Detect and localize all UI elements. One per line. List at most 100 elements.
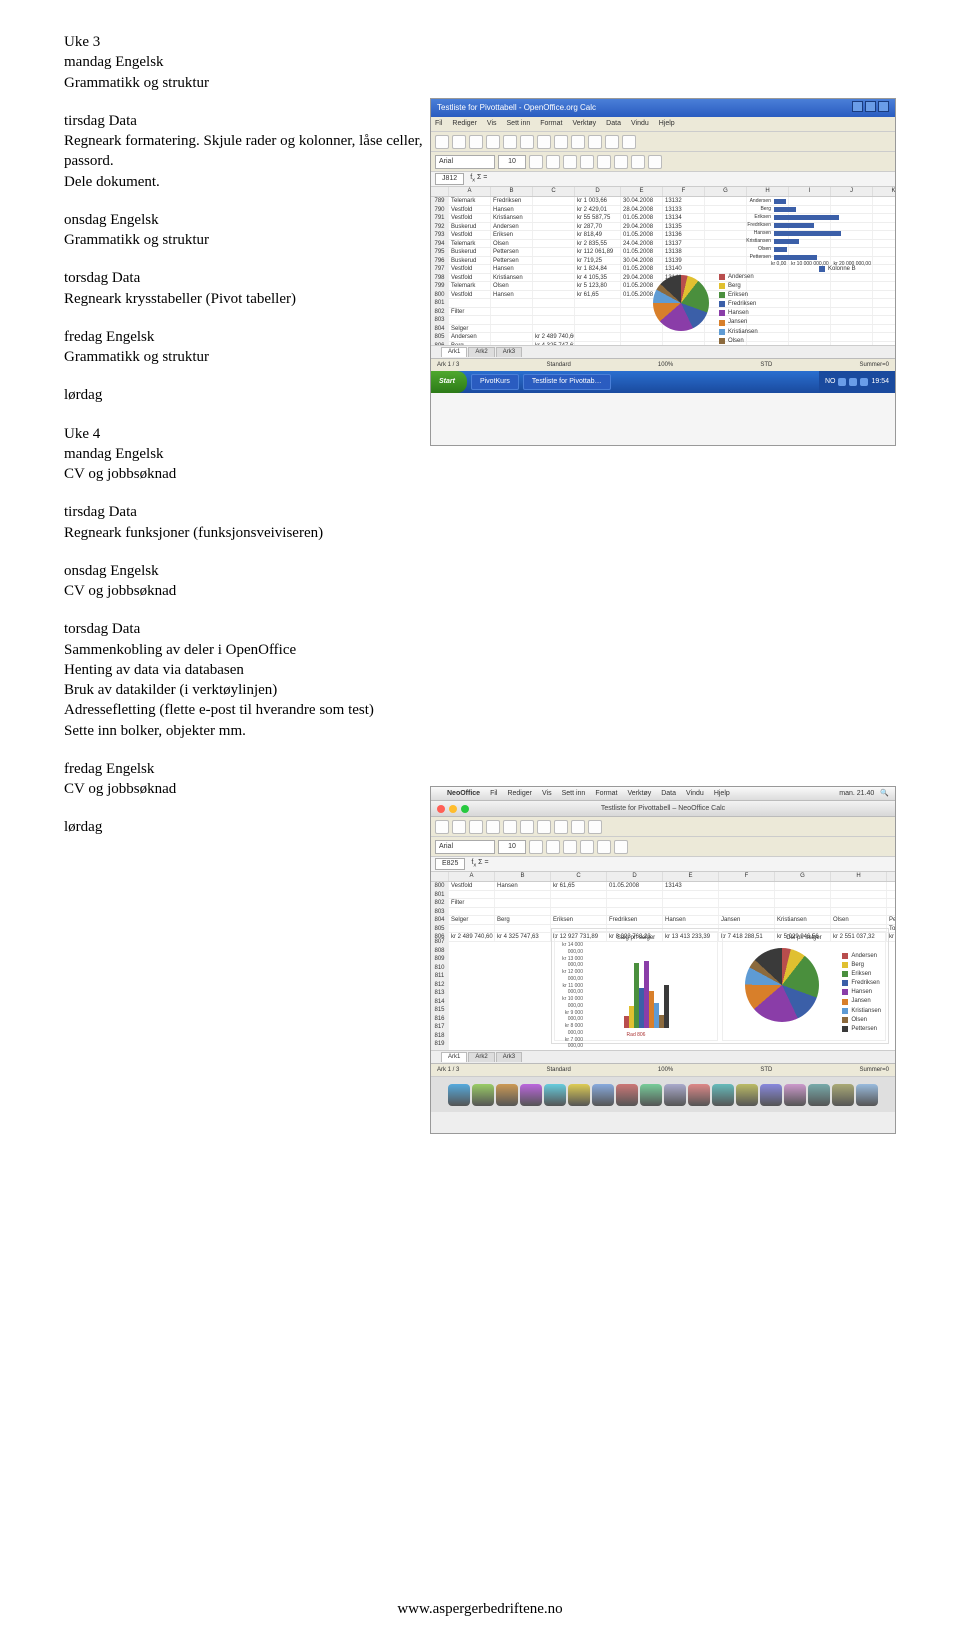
menu-item[interactable]: Verktøy [572, 119, 596, 128]
dock-app-icon[interactable] [664, 1084, 686, 1106]
redo-icon[interactable] [571, 820, 585, 834]
dock-app-icon[interactable] [592, 1084, 614, 1106]
windows-taskbar[interactable]: Start PivotKurs Testliste for Pivottab… … [431, 371, 895, 393]
chart-icon[interactable] [605, 135, 619, 149]
table-row[interactable]: 800VestfoldHansenkr 61,6501.05.200813143 [431, 882, 895, 891]
table-row[interactable]: 806Bergkr 4 325 747,63 [431, 342, 895, 346]
dock-app-icon[interactable] [616, 1084, 638, 1106]
tray-icon[interactable] [838, 378, 846, 386]
menu-item[interactable]: Fil [490, 789, 497, 798]
dock-app-icon[interactable] [784, 1084, 806, 1106]
dock-app-icon[interactable] [472, 1084, 494, 1106]
minimize-icon[interactable] [852, 101, 863, 112]
cut-icon[interactable] [503, 135, 517, 149]
font-size-select[interactable]: 10 [498, 155, 526, 169]
menu-item[interactable]: Data [606, 119, 621, 128]
italic-icon[interactable] [546, 840, 560, 854]
dock-app-icon[interactable] [832, 1084, 854, 1106]
sheet-tab[interactable]: Ark3 [496, 1052, 522, 1061]
spotlight-icon[interactable]: 🔍 [880, 789, 889, 798]
maximize-icon[interactable] [865, 101, 876, 112]
mac-dock[interactable] [431, 1076, 895, 1112]
window-buttons[interactable] [850, 101, 889, 116]
formatting-toolbar[interactable]: Arial 10 [431, 837, 895, 857]
align-center-icon[interactable] [597, 155, 611, 169]
table-row[interactable]: 802Filter [431, 899, 895, 908]
new-icon[interactable] [435, 135, 449, 149]
open-icon[interactable] [452, 135, 466, 149]
dock-app-icon[interactable] [568, 1084, 590, 1106]
spreadsheet-grid[interactable]: ABCDEFGHI 800VestfoldHansenkr 61,6501.05… [431, 872, 895, 1050]
sheet-tab[interactable]: Ark3 [496, 347, 522, 356]
currency-icon[interactable] [631, 155, 645, 169]
dock-app-icon[interactable] [496, 1084, 518, 1106]
dock-app-icon[interactable] [760, 1084, 782, 1106]
align-right-icon[interactable] [614, 840, 628, 854]
print-icon[interactable] [486, 135, 500, 149]
spreadsheet-grid[interactable]: ABCDEFGHIJK 789TelemarkFredriksenkr 1 00… [431, 187, 895, 345]
align-left-icon[interactable] [580, 840, 594, 854]
dock-app-icon[interactable] [808, 1084, 830, 1106]
language-indicator[interactable]: NO [825, 377, 836, 386]
new-icon[interactable] [435, 820, 449, 834]
dock-app-icon[interactable] [448, 1084, 470, 1106]
zoom-icon[interactable] [461, 805, 469, 813]
start-button[interactable]: Start [431, 371, 467, 393]
menu-item[interactable]: Vindu [631, 119, 649, 128]
font-name-select[interactable]: Arial [435, 155, 495, 169]
menu-item[interactable]: Vis [487, 119, 497, 128]
menu-item[interactable]: Verktøy [628, 789, 652, 798]
font-name-select[interactable]: Arial [435, 840, 495, 854]
menu-item[interactable]: Format [540, 119, 562, 128]
system-tray[interactable]: NO 19:54 [819, 371, 895, 393]
paste-icon[interactable] [537, 135, 551, 149]
tray-icon[interactable] [860, 378, 868, 386]
menu-item[interactable]: Hjelp [714, 789, 730, 798]
dock-app-icon[interactable] [688, 1084, 710, 1106]
formatting-toolbar[interactable]: Arial 10 [431, 152, 895, 172]
menu-item[interactable]: Rediger [452, 119, 477, 128]
sheet-tabs[interactable]: Ark1Ark2Ark3 [431, 1050, 895, 1063]
paste-icon[interactable] [537, 820, 551, 834]
menu-item[interactable]: Data [661, 789, 676, 798]
cell-reference[interactable]: E825 [435, 858, 465, 870]
standard-toolbar[interactable] [431, 817, 895, 837]
underline-icon[interactable] [563, 840, 577, 854]
menu-item[interactable]: Sett inn [507, 119, 531, 128]
column-headers[interactable]: ABCDEFGHIJK [431, 187, 895, 197]
underline-icon[interactable] [563, 155, 577, 169]
copy-icon[interactable] [520, 135, 534, 149]
close-icon[interactable] [878, 101, 889, 112]
taskbar-item[interactable]: PivotKurs [471, 374, 519, 389]
bold-icon[interactable] [529, 840, 543, 854]
table-row[interactable]: 801 [431, 891, 895, 900]
cut-icon[interactable] [503, 820, 517, 834]
table-row[interactable]: 805Andersenkr 2 489 740,60 [431, 333, 895, 342]
redo-icon[interactable] [571, 135, 585, 149]
tray-icon[interactable] [849, 378, 857, 386]
undo-icon[interactable] [554, 135, 568, 149]
percent-icon[interactable] [648, 155, 662, 169]
sheet-tab[interactable]: Ark1 [441, 1052, 467, 1061]
dock-app-icon[interactable] [856, 1084, 878, 1106]
dock-app-icon[interactable] [712, 1084, 734, 1106]
print-icon[interactable] [486, 820, 500, 834]
help-icon[interactable] [622, 135, 636, 149]
table-row[interactable]: 804SelgerBergEriksenFredriksenHansenJans… [431, 916, 895, 925]
formula-bar[interactable]: E825 fx Σ = [431, 857, 895, 872]
minimize-icon[interactable] [449, 805, 457, 813]
fx-icon[interactable]: fx Σ = [471, 858, 488, 870]
open-icon[interactable] [452, 820, 466, 834]
traffic-lights[interactable] [437, 805, 469, 813]
mac-menu-bar[interactable]: NeoOffice FilRedigerVisSett innFormatVer… [431, 787, 895, 801]
menu-item[interactable]: Sett inn [562, 789, 586, 798]
menu-item[interactable]: Fil [435, 119, 442, 128]
copy-icon[interactable] [520, 820, 534, 834]
table-row[interactable]: 803 [431, 908, 895, 917]
formula-bar[interactable]: J812 fx Σ = [431, 172, 895, 187]
align-left-icon[interactable] [580, 155, 594, 169]
cell-reference[interactable]: J812 [435, 173, 464, 185]
taskbar-item[interactable]: Testliste for Pivottab… [523, 374, 611, 389]
italic-icon[interactable] [546, 155, 560, 169]
dock-app-icon[interactable] [544, 1084, 566, 1106]
